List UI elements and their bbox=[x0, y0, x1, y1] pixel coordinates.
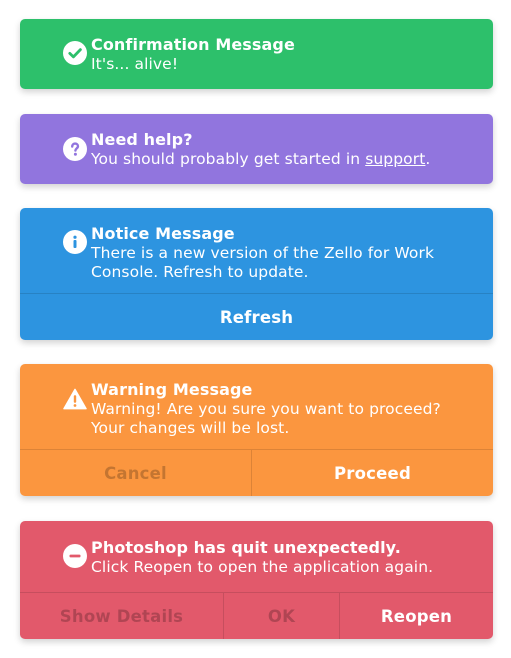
confirmation-alert: Confirmation Message It's... alive! bbox=[20, 19, 493, 89]
error-alert: Photoshop has quit unexpectedly. Click R… bbox=[20, 521, 493, 639]
alert-message: Warning! Are you sure you want to procee… bbox=[91, 400, 441, 437]
alert-actions: Show Details OK Reopen bbox=[20, 592, 493, 639]
alert-title: Notice Message bbox=[91, 224, 235, 243]
show-details-button[interactable]: Show Details bbox=[20, 593, 223, 639]
notice-alert: Notice Message There is a new version of… bbox=[20, 208, 493, 340]
cancel-button[interactable]: Cancel bbox=[20, 450, 251, 496]
help-alert: Need help? You should probably get start… bbox=[20, 114, 493, 184]
alert-message: You should probably get started in suppo… bbox=[91, 150, 477, 169]
message-punctuation: . bbox=[425, 150, 431, 168]
alert-title: Confirmation Message bbox=[91, 35, 295, 54]
alert-title: Need help? bbox=[91, 130, 193, 149]
proceed-button[interactable]: Proceed bbox=[251, 450, 493, 496]
support-link[interactable]: support bbox=[365, 150, 425, 168]
refresh-button[interactable]: Refresh bbox=[20, 294, 493, 340]
alert-message: There is a new version of the Zello for … bbox=[91, 244, 435, 281]
warning-alert: Warning Message Warning! Are you sure yo… bbox=[20, 364, 493, 496]
alert-message: It's... alive! bbox=[91, 55, 179, 73]
alert-title: Photoshop has quit unexpectedly. bbox=[91, 538, 401, 557]
alert-message: Click Reopen to open the application aga… bbox=[91, 558, 434, 576]
alert-actions: Cancel Proceed bbox=[20, 449, 493, 496]
alert-actions: Refresh bbox=[20, 293, 493, 340]
alert-title: Warning Message bbox=[91, 380, 253, 399]
reopen-button[interactable]: Reopen bbox=[339, 593, 493, 639]
ok-button[interactable]: OK bbox=[223, 593, 339, 639]
message-text: You should probably get started in bbox=[91, 150, 366, 168]
